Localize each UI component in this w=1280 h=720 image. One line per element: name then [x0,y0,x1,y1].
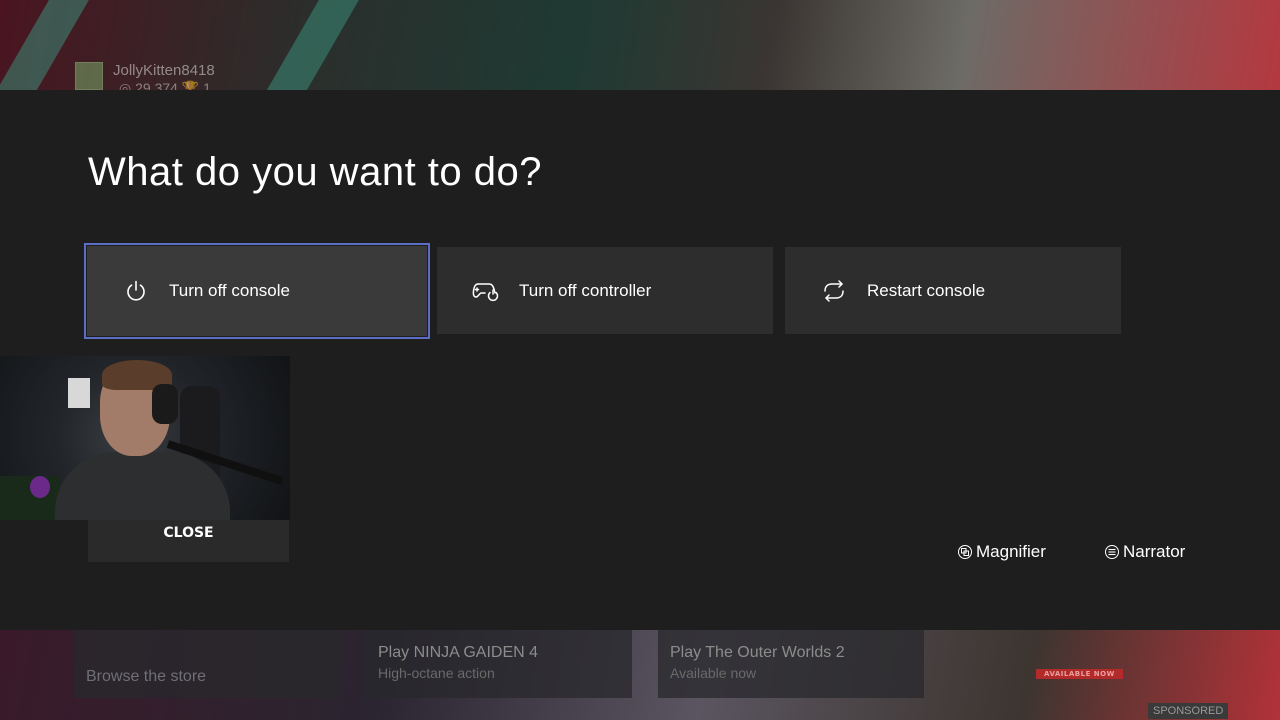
tile-browse-store: Browse the store [74,630,340,698]
narrator-hint[interactable]: Narrator [1105,542,1185,562]
magnifier-hint[interactable]: Magnifier [958,542,1046,562]
webcam-headset [152,384,178,424]
restart-console-button[interactable]: Restart console [785,247,1121,334]
restart-icon [819,276,849,306]
webcam-lamp [68,378,90,408]
tile-title: Play The Outer Worlds 2 [670,644,845,661]
promo-badge: AVAILABLE NOW [1036,669,1123,679]
webcam-overlay [0,356,290,520]
narrator-label: Narrator [1123,542,1186,561]
gamertag: JollyKitten8418 [113,62,215,79]
decor-stripe [249,0,371,90]
power-dialog: What do you want to do? Turn off console… [0,90,1280,630]
tile-subtitle: High-octane action [378,665,495,681]
tile-outer-worlds: Play The Outer Worlds 2 Available now [658,630,924,698]
tile-subtitle: Available now [670,665,757,681]
view-button-icon [958,545,972,559]
close-label: CLOSE [163,525,214,541]
webcam-shelf [0,476,60,520]
menu-button-icon [1105,545,1119,559]
tile-title: Play NINJA GAIDEN 4 [378,644,539,661]
turn-off-console-button[interactable]: Turn off console [84,243,430,339]
option-label: Restart console [867,280,986,300]
webcam-close-button[interactable]: CLOSE [88,520,289,562]
dialog-title: What do you want to do? [88,150,542,194]
option-label: Turn off console [169,281,290,300]
turn-off-controller-button[interactable]: Turn off controller [437,247,773,334]
user-profile: JollyKitten8418 ◎ 29,374 🏆 1,459 [75,62,215,90]
controller-power-icon [471,276,501,306]
user-stats: ◎ 29,374 🏆 1,459 [119,80,215,90]
magnifier-label: Magnifier [976,542,1046,561]
avatar [75,62,103,90]
webcam-person-body [55,452,230,520]
option-label: Turn off controller [519,280,652,300]
tile-ninja-gaiden: Play NINJA GAIDEN 4 High-octane action [366,630,632,698]
sponsored-label: SPONSORED [1148,703,1229,719]
power-icon [121,276,151,306]
tile-title: Browse the store [86,668,207,685]
